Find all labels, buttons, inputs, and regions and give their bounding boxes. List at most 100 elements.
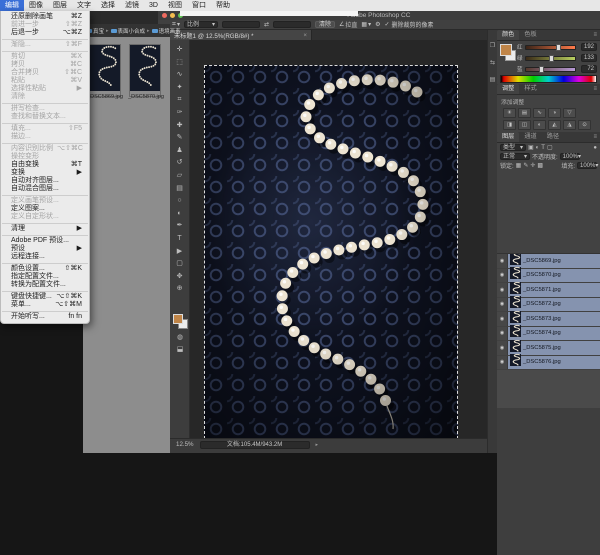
crop-height-field[interactable] bbox=[273, 21, 311, 28]
menubar-item[interactable]: 窗口 bbox=[187, 0, 211, 11]
edit-menu-item[interactable]: 后退一步⌥⌘Z bbox=[1, 29, 89, 37]
edit-menu-item[interactable]: 自动对齐图层... bbox=[1, 177, 89, 185]
edit-menu-item[interactable]: 自由变换⌘T bbox=[1, 161, 89, 169]
tab-layers[interactable]: 图层 bbox=[497, 132, 519, 142]
ratio-dropdown[interactable]: 比例▾ bbox=[184, 21, 218, 28]
panel-menu-icon[interactable]: ≡ bbox=[593, 30, 597, 40]
tab-adjustments[interactable]: 调整 bbox=[497, 84, 519, 94]
layer-visibility-eye-icon[interactable]: ◉ bbox=[497, 269, 508, 283]
black-white-icon[interactable]: ◐ bbox=[533, 120, 546, 130]
photo-filter-icon[interactable]: ◭ bbox=[548, 120, 561, 130]
screen-mode-icon[interactable]: ⬓ bbox=[173, 344, 187, 357]
history-brush-tool[interactable]: ↺ bbox=[173, 157, 187, 170]
breadcrumb-folder[interactable]: 语境画素 bbox=[152, 27, 181, 35]
fill-field[interactable]: 100%▾ bbox=[577, 162, 597, 169]
edit-menu-item[interactable]: 变换▶ bbox=[1, 169, 89, 177]
green-value-field[interactable]: 133 bbox=[581, 54, 597, 62]
blend-mode-dropdown[interactable]: 正常▾ bbox=[500, 153, 530, 160]
straighten-button[interactable]: ∠拉直 bbox=[339, 20, 357, 29]
edit-menu-item[interactable]: 颜色设置...⇧⌘K bbox=[1, 265, 89, 273]
layer-visibility-eye-icon[interactable]: ◉ bbox=[497, 298, 508, 312]
edit-menu-item[interactable]: 预设▶ bbox=[1, 245, 89, 253]
hue-saturation-icon[interactable]: ◨ bbox=[503, 120, 516, 130]
blue-value-field[interactable]: 72 bbox=[581, 65, 597, 73]
magic-wand-tool[interactable]: ✦ bbox=[173, 82, 187, 95]
filter-type-icon[interactable]: T bbox=[541, 145, 545, 151]
edit-menu-item[interactable]: 键盘快捷键...⌥⇧⌘K bbox=[1, 293, 89, 301]
red-slider[interactable] bbox=[525, 45, 576, 50]
blur-tool[interactable]: ○ bbox=[173, 195, 187, 208]
tab-styles[interactable]: 样式 bbox=[519, 84, 541, 94]
path-selection-tool[interactable]: ▶ bbox=[173, 246, 187, 259]
photo-document[interactable] bbox=[204, 65, 458, 438]
color-balance-icon[interactable]: ◫ bbox=[518, 120, 531, 130]
filter-shape-icon[interactable]: ▢ bbox=[547, 144, 553, 151]
pen-tool[interactable]: ✒ bbox=[173, 220, 187, 233]
clear-button[interactable]: 清除 bbox=[315, 21, 335, 28]
edit-menu-item[interactable]: 指定配置文件... bbox=[1, 273, 89, 281]
swap-dimensions-icon[interactable]: ⇄ bbox=[264, 21, 269, 28]
color-spectrum-ramp[interactable] bbox=[500, 75, 597, 83]
panel-menu-icon[interactable]: ≡ bbox=[593, 132, 597, 142]
gradient-tool[interactable]: ▤ bbox=[173, 183, 187, 196]
exposure-icon[interactable]: ◑ bbox=[548, 108, 561, 118]
canvas-area[interactable] bbox=[190, 40, 487, 438]
marquee-tool[interactable]: ⬚ bbox=[173, 57, 187, 70]
close-tab-icon[interactable]: × bbox=[303, 32, 307, 39]
shape-tool[interactable]: ▢ bbox=[173, 258, 187, 271]
clone-stamp-tool[interactable]: ♟ bbox=[173, 145, 187, 158]
color-lookup-icon[interactable]: ⊙ bbox=[578, 120, 591, 130]
channel-mixer-icon[interactable]: ◮ bbox=[563, 120, 576, 130]
eyedropper-tool[interactable]: ✑ bbox=[173, 107, 187, 120]
move-tool[interactable]: ✛ bbox=[173, 44, 187, 57]
filter-kind-dropdown[interactable]: 类型▾ bbox=[500, 144, 526, 151]
crop-tool[interactable]: ⌗ bbox=[173, 94, 187, 107]
tab-swatches[interactable]: 色板 bbox=[519, 30, 541, 40]
foreground-color-swatch[interactable] bbox=[173, 314, 183, 324]
document-tab[interactable]: 未标题1 @ 12.5%(RGB/8#) * × bbox=[170, 30, 312, 40]
red-value-field[interactable]: 192 bbox=[581, 43, 597, 51]
delete-cropped-pixels-checkbox[interactable]: ✓删除裁剪的像素 bbox=[385, 20, 434, 29]
color-swatches[interactable] bbox=[173, 314, 187, 328]
tab-color[interactable]: 颜色 bbox=[497, 30, 519, 40]
edit-menu-item[interactable]: Adobe PDF 预设... bbox=[1, 237, 89, 245]
file-name[interactable]: _DSC5869.jpg bbox=[84, 94, 126, 100]
tab-paths[interactable]: 路径 bbox=[542, 132, 564, 142]
layer-visibility-eye-icon[interactable]: ◉ bbox=[497, 312, 508, 326]
blue-slider[interactable] bbox=[525, 67, 576, 72]
history-panel-icon[interactable]: ⇆ bbox=[490, 59, 495, 66]
edit-menu-item[interactable]: 远程连接... bbox=[1, 253, 89, 261]
edit-menu-item[interactable]: 自动混合图层... bbox=[1, 185, 89, 193]
file-thumbnail[interactable] bbox=[90, 45, 120, 96]
layer-visibility-eye-icon[interactable]: ◉ bbox=[497, 327, 508, 341]
crop-settings-gear-icon[interactable]: ⚙ bbox=[375, 21, 380, 28]
layer-visibility-eye-icon[interactable]: ◉ bbox=[497, 283, 508, 297]
lock-move-icon[interactable]: ✛ bbox=[530, 162, 535, 169]
tab-channels[interactable]: 通道 bbox=[519, 132, 541, 142]
zoom-level[interactable]: 12.5% bbox=[176, 441, 194, 448]
overlay-options-dropdown[interactable]: ▦▾ bbox=[361, 21, 371, 28]
filter-toggle-icon[interactable]: ● bbox=[593, 145, 597, 151]
eraser-tool[interactable]: ▱ bbox=[173, 170, 187, 183]
properties-panel-icon[interactable]: ▤ bbox=[490, 76, 496, 83]
lock-all-icon[interactable]: ▩ bbox=[537, 162, 543, 169]
edit-menu-item[interactable]: 菜单...⌥⇧⌘M bbox=[1, 301, 89, 309]
layer-row[interactable]: ◉_DSC5876.jpg bbox=[497, 356, 600, 371]
healing-brush-tool[interactable]: ✚ bbox=[173, 120, 187, 133]
edit-menu-item[interactable]: 转换为配置文件... bbox=[1, 281, 89, 289]
layer-visibility-eye-icon[interactable]: ◉ bbox=[497, 254, 508, 268]
menubar-item[interactable]: 图层 bbox=[48, 0, 72, 11]
zoom-tool[interactable]: ⊕ bbox=[173, 283, 187, 296]
crop-width-field[interactable] bbox=[222, 21, 260, 28]
layer-visibility-eye-icon[interactable]: ◉ bbox=[497, 356, 508, 370]
curves-icon[interactable]: ∿ bbox=[533, 108, 546, 118]
lock-paint-icon[interactable]: ✎ bbox=[523, 162, 528, 169]
foreground-color-chip[interactable] bbox=[500, 44, 512, 56]
type-tool[interactable]: T bbox=[173, 233, 187, 246]
menubar-item[interactable]: 视图 bbox=[163, 0, 187, 11]
brush-tool[interactable]: ✎ bbox=[173, 132, 187, 145]
breadcrumb-folder[interactable]: 表面小合成 bbox=[111, 27, 146, 35]
menubar-item[interactable]: 图像 bbox=[24, 0, 48, 11]
filter-adjustment-icon[interactable]: ◐ bbox=[536, 145, 540, 151]
layer-visibility-eye-icon[interactable]: ◉ bbox=[497, 341, 508, 355]
